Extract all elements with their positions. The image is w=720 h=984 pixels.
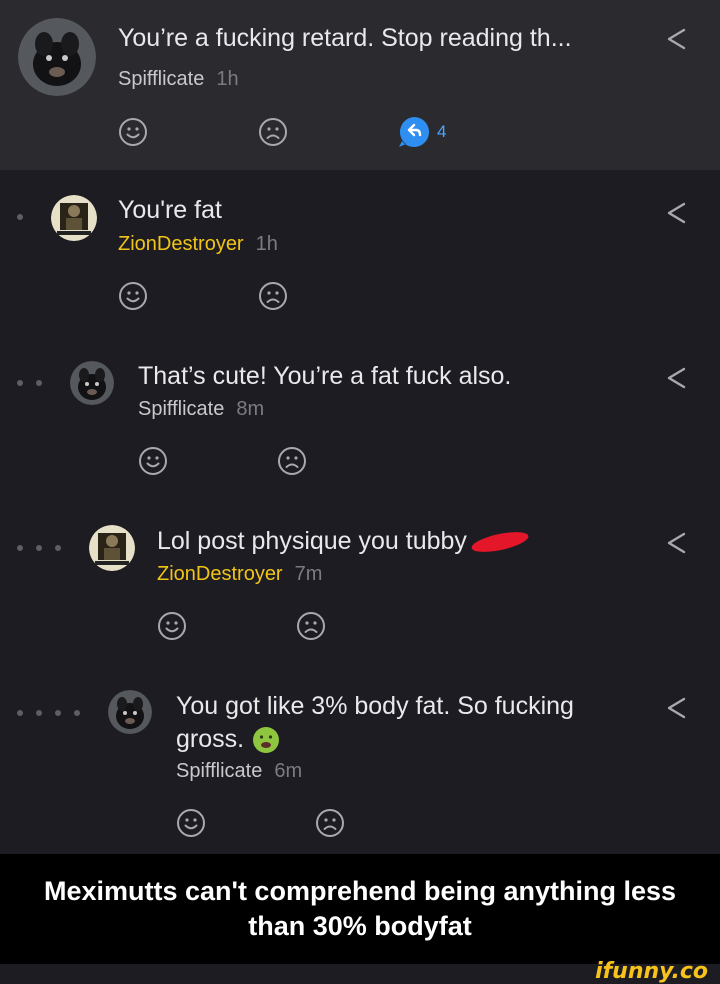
thread-depth-indicator [17, 214, 23, 220]
reply-button[interactable]: 4 [397, 115, 446, 149]
watermark-logo: ifunny.co [595, 959, 708, 984]
caption-text: Meximutts can't comprehend being anythin… [43, 876, 677, 941]
frown-icon[interactable] [258, 281, 288, 311]
frown-icon[interactable] [315, 808, 345, 838]
user-avatar[interactable] [51, 195, 97, 241]
comment-item: You got like 3% body fat. So fucking gro… [0, 665, 720, 854]
censor-scribble [469, 528, 530, 557]
comment-time: 1h [216, 68, 239, 90]
share-icon[interactable] [664, 26, 690, 52]
frown-icon[interactable] [258, 117, 288, 147]
comment-text: You’re a fucking retard. Stop reading th… [118, 24, 572, 52]
smile-icon[interactable] [157, 611, 187, 641]
comment-time: 1h [255, 233, 278, 255]
user-avatar[interactable] [70, 361, 114, 405]
frown-icon[interactable] [277, 446, 307, 476]
comment-meta: ZionDestroyer 7m [157, 562, 322, 586]
comment-text-content: Lol post physique you tubby [157, 527, 467, 555]
author-name[interactable]: ZionDestroyer [157, 563, 283, 585]
meme-caption: Meximutts can't comprehend being anythin… [0, 854, 720, 964]
thread-depth-indicator [17, 545, 61, 551]
comment-thread: You’re a fucking retard. Stop reading th… [0, 0, 720, 854]
share-icon[interactable] [664, 365, 690, 391]
comment-item: You’re a fucking retard. Stop reading th… [0, 0, 720, 170]
comment-text-content: You got like 3% body fat. So fucking gro… [176, 692, 574, 753]
smile-icon[interactable] [118, 117, 148, 147]
comment-time: 6m [274, 760, 303, 782]
comment-item: That’s cute! You’re a fat fuck also. Spi… [0, 335, 720, 500]
reply-bubble-icon [399, 117, 429, 147]
author-name[interactable]: ZionDestroyer [118, 233, 244, 255]
comment-item: Lol post physique you tubby ZionDestroye… [0, 500, 720, 665]
comment-text: That’s cute! You’re a fat fuck also. [138, 362, 512, 390]
comment-text: You got like 3% body fat. So fucking gro… [176, 690, 626, 756]
comment-time: 7m [294, 563, 323, 585]
user-avatar[interactable] [89, 525, 135, 571]
smile-icon[interactable] [138, 446, 168, 476]
comment-meta: Spifflicate 8m [138, 397, 264, 421]
smile-icon[interactable] [118, 281, 148, 311]
comment-meta: Spifflicate 6m [176, 759, 302, 783]
comment-text: Lol post physique you tubby [157, 525, 627, 558]
share-icon[interactable] [664, 530, 690, 556]
thread-depth-indicator [17, 380, 42, 386]
frown-icon[interactable] [296, 611, 326, 641]
author-name[interactable]: Spifflicate [138, 398, 224, 420]
nauseated-face-icon [253, 727, 280, 754]
thread-depth-indicator [17, 710, 80, 716]
user-avatar[interactable] [108, 690, 152, 734]
author-name[interactable]: Spifflicate [176, 760, 262, 782]
comment-meta: Spifflicate 1h [118, 67, 239, 91]
reply-count: 4 [437, 122, 447, 141]
smile-icon[interactable] [176, 808, 206, 838]
share-icon[interactable] [664, 695, 690, 721]
author-name[interactable]: Spifflicate [118, 68, 204, 90]
share-icon[interactable] [664, 200, 690, 226]
user-avatar[interactable] [18, 18, 96, 96]
comment-item: You're fat ZionDestroyer 1h [0, 170, 720, 335]
comment-meta: ZionDestroyer 1h [118, 232, 278, 256]
comment-text: You're fat [118, 196, 222, 224]
comment-time: 8m [236, 398, 265, 420]
